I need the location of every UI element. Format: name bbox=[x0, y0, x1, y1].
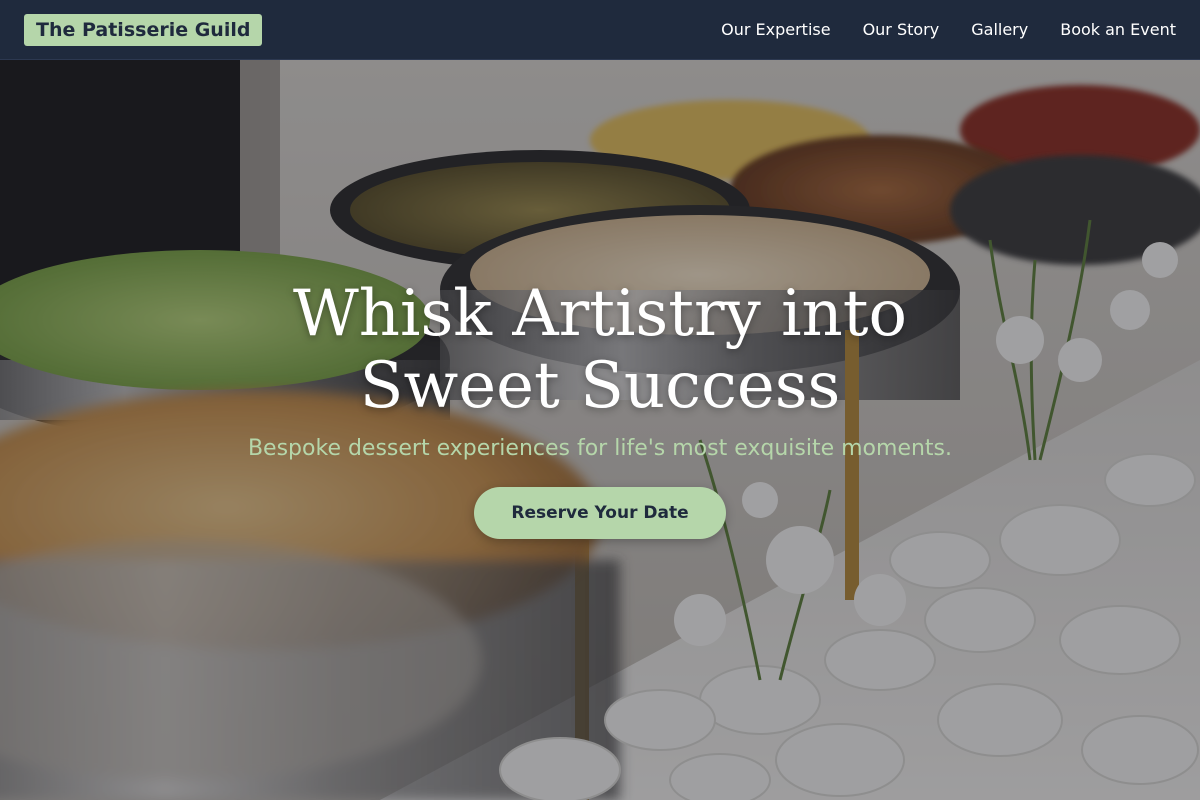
nav-link-our-story[interactable]: Our Story bbox=[863, 20, 940, 39]
nav-link-gallery[interactable]: Gallery bbox=[971, 20, 1028, 39]
nav-item-book-an-event: Book an Event bbox=[1060, 20, 1176, 39]
navbar: The Patisserie Guild Our Expertise Our S… bbox=[0, 0, 1200, 60]
hero-title: Whisk Artistry into Sweet Success bbox=[292, 277, 908, 423]
nav-link-book-an-event[interactable]: Book an Event bbox=[1060, 20, 1176, 39]
brand-logo[interactable]: The Patisserie Guild bbox=[24, 13, 263, 46]
hero-subtitle: Bespoke dessert experiences for life's m… bbox=[247, 436, 953, 461]
hero-section: Whisk Artistry into Sweet Success Bespok… bbox=[0, 60, 1200, 800]
nav-link-our-expertise[interactable]: Our Expertise bbox=[721, 20, 830, 39]
nav-item-gallery: Gallery bbox=[971, 20, 1028, 39]
nav-item-our-story: Our Story bbox=[863, 20, 940, 39]
reserve-your-date-button[interactable]: Reserve Your Date bbox=[474, 487, 726, 539]
nav-links: Our Expertise Our Story Gallery Book an … bbox=[721, 20, 1176, 39]
nav-item-our-expertise: Our Expertise bbox=[721, 20, 830, 39]
hero-content: Whisk Artistry into Sweet Success Bespok… bbox=[0, 60, 1200, 800]
